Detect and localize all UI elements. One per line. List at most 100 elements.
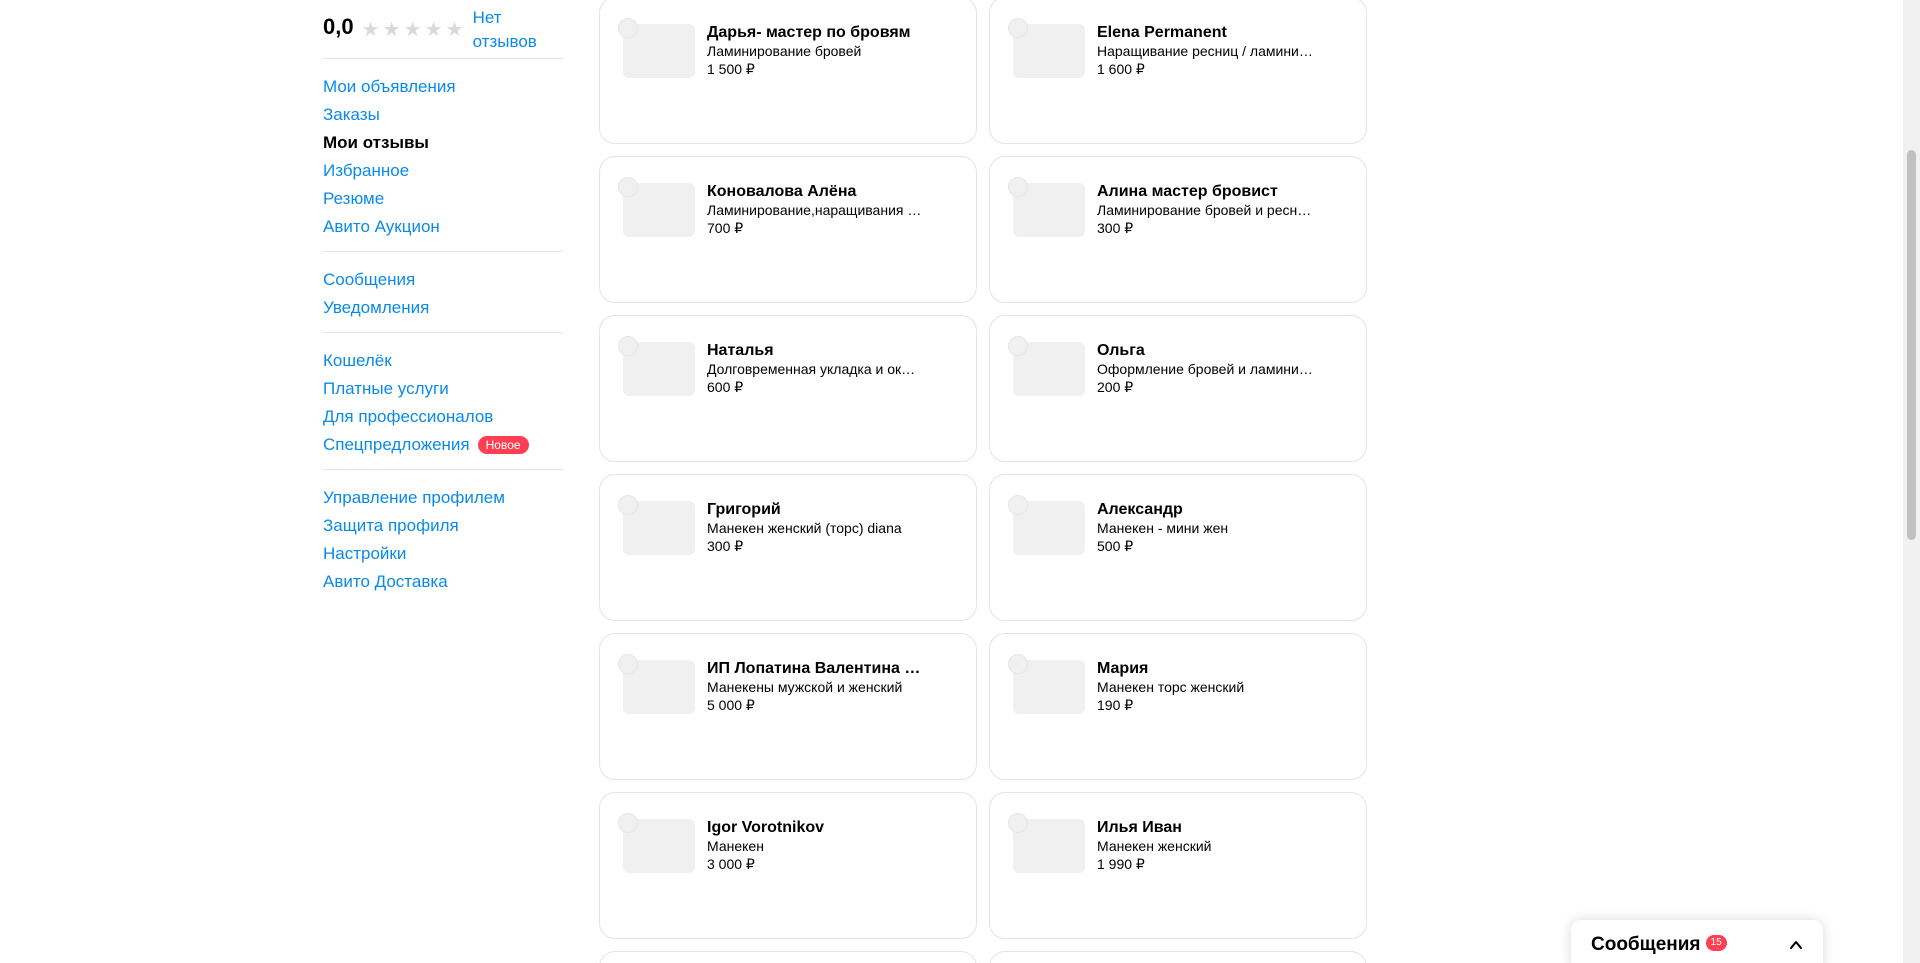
price: 300 ₽ bbox=[1097, 220, 1134, 236]
avatar bbox=[1008, 336, 1028, 356]
sidebar-item-settings[interactable]: Настройки bbox=[323, 540, 563, 568]
service-title: Манекены мужской и женский bbox=[707, 679, 903, 695]
profile-sidebar: 0,0 ★ ★ ★ ★ ★ Нет отзывов Мои объявления… bbox=[323, 0, 563, 606]
service-title: Ламинирование бровей и ресн… bbox=[1097, 202, 1312, 218]
listing-card[interactable]: Elena Permanent Наращивание ресниц / лам… bbox=[989, 0, 1367, 144]
listing-card[interactable]: Илья Иван Манекен женский 1 990 ₽ bbox=[989, 792, 1367, 939]
listing-card[interactable]: Алина мастер бровист Ламинирование брове… bbox=[989, 156, 1367, 303]
avatar bbox=[618, 495, 638, 515]
rating-value: 0,0 bbox=[323, 14, 354, 39]
avatar bbox=[618, 654, 638, 674]
sidebar-item-messages[interactable]: Сообщения bbox=[323, 266, 563, 294]
listing-info: Ольга Оформление бровей и ламини… 200 ₽ bbox=[1097, 341, 1317, 396]
price: 700 ₽ bbox=[707, 220, 744, 236]
price: 200 ₽ bbox=[1097, 379, 1134, 395]
listing-info: Мария Манекен торс женский 190 ₽ bbox=[1097, 659, 1317, 714]
seller-name: Дарья- мастер по бровям bbox=[707, 24, 911, 41]
listing-info: Александр Манекен - мини жен 500 ₽ bbox=[1097, 500, 1317, 555]
price: 5 000 ₽ bbox=[707, 697, 755, 713]
listing-card[interactable] bbox=[989, 951, 1367, 963]
price: 300 ₽ bbox=[707, 538, 744, 554]
avatar bbox=[618, 813, 638, 833]
price: 1 500 ₽ bbox=[707, 61, 755, 77]
sidebar-item-for-professionals[interactable]: Для профессионалов bbox=[323, 403, 563, 431]
page-scrollbar[interactable] bbox=[1903, 0, 1920, 963]
listing-info: Алина мастер бровист Ламинирование брове… bbox=[1097, 182, 1317, 237]
chevron-up-icon[interactable] bbox=[1789, 938, 1803, 952]
listing-card[interactable]: Григорий Манекен женский (торс) diana 30… bbox=[599, 474, 977, 621]
listing-card[interactable]: Александр Манекен - мини жен 500 ₽ bbox=[989, 474, 1367, 621]
sidebar-item-resume[interactable]: Резюме bbox=[323, 185, 563, 213]
avatar bbox=[1008, 654, 1028, 674]
sidebar-nav: Мои объявления Заказы Мои отзывы Избранн… bbox=[323, 58, 563, 606]
service-title: Ламинирование,наращивания … bbox=[707, 202, 922, 218]
service-title: Долговременная укладка и ок… bbox=[707, 361, 916, 377]
price: 1 990 ₽ bbox=[1097, 856, 1145, 872]
listing-card[interactable]: Мария Манекен торс женский 190 ₽ bbox=[989, 633, 1367, 780]
price: 3 000 ₽ bbox=[707, 856, 755, 872]
price: 190 ₽ bbox=[1097, 697, 1134, 713]
listing-card[interactable]: ИП Лопатина Валентина … Манекены мужской… bbox=[599, 633, 977, 780]
seller-name: Алина мастер бровист bbox=[1097, 183, 1278, 200]
listing-info: Илья Иван Манекен женский 1 990 ₽ bbox=[1097, 818, 1317, 873]
sidebar-item-favorites[interactable]: Избранное bbox=[323, 157, 563, 185]
sidebar-item-my-reviews[interactable]: Мои отзывы bbox=[323, 129, 563, 157]
sidebar-item-profile-management[interactable]: Управление профилем bbox=[323, 484, 563, 512]
star-icon: ★ bbox=[445, 17, 464, 41]
listing-info: ИП Лопатина Валентина … Манекены мужской… bbox=[707, 659, 927, 714]
listing-info: Elena Permanent Наращивание ресниц / лам… bbox=[1097, 23, 1317, 78]
seller-name: Elena Permanent bbox=[1097, 24, 1227, 41]
sidebar-item-my-ads[interactable]: Мои объявления bbox=[323, 73, 563, 101]
messages-widget[interactable]: Сообщения 15 bbox=[1571, 920, 1823, 963]
rating-stars: ★ ★ ★ ★ ★ bbox=[362, 17, 464, 41]
seller-name: Коновалова Алёна bbox=[707, 183, 857, 200]
nav-group-finance: Кошелёк Платные услуги Для профессионало… bbox=[323, 332, 563, 469]
service-title: Манекен bbox=[707, 838, 764, 854]
listing-card[interactable]: Ольга Оформление бровей и ламини… 200 ₽ bbox=[989, 315, 1367, 462]
service-title: Манекен торс женский bbox=[1097, 679, 1245, 695]
service-title: Наращивание ресниц / ламини… bbox=[1097, 43, 1313, 59]
unread-count-badge: 15 bbox=[1705, 935, 1727, 951]
seller-name: Igor Vorotnikov bbox=[707, 819, 825, 836]
price: 600 ₽ bbox=[707, 379, 744, 395]
listing-card[interactable]: Коновалова Алёна Ламинирование,наращиван… bbox=[599, 156, 977, 303]
sidebar-item-orders[interactable]: Заказы bbox=[323, 101, 563, 129]
sidebar-item-paid-services[interactable]: Платные услуги bbox=[323, 375, 563, 403]
seller-name: Илья Иван bbox=[1097, 819, 1182, 836]
price: 1 600 ₽ bbox=[1097, 61, 1145, 77]
listing-info: Коновалова Алёна Ламинирование,наращиван… bbox=[707, 182, 927, 237]
star-icon: ★ bbox=[403, 17, 422, 41]
listing-info: Igor Vorotnikov Манекен 3 000 ₽ bbox=[707, 818, 927, 873]
sidebar-item-wallet[interactable]: Кошелёк bbox=[323, 347, 563, 375]
listing-info: Наталья Долговременная укладка и ок… 600… bbox=[707, 341, 927, 396]
scrollbar-thumb[interactable] bbox=[1907, 150, 1916, 540]
messages-widget-title: Сообщения bbox=[1591, 934, 1701, 955]
no-reviews-link[interactable]: Нет отзывов bbox=[473, 6, 553, 54]
listing-info: Дарья- мастер по бровям Ламинирование бр… bbox=[707, 23, 927, 78]
service-title: Манекен женский (торс) diana bbox=[707, 520, 902, 536]
price: 500 ₽ bbox=[1097, 538, 1134, 554]
service-title: Манекен - мини жен bbox=[1097, 520, 1229, 536]
star-icon: ★ bbox=[424, 17, 443, 41]
listing-info: Григорий Манекен женский (торс) diana 30… bbox=[707, 500, 927, 555]
star-icon: ★ bbox=[382, 17, 401, 41]
nav-group-account: Мои объявления Заказы Мои отзывы Избранн… bbox=[323, 58, 563, 251]
listing-card[interactable]: Дарья- мастер по бровям Ламинирование бр… bbox=[599, 0, 977, 144]
sidebar-item-profile-protection[interactable]: Защита профиля bbox=[323, 512, 563, 540]
listing-card[interactable]: Наталья Долговременная укладка и ок… 600… bbox=[599, 315, 977, 462]
sidebar-item-special-offers[interactable]: Спецпредложения Новое bbox=[323, 431, 563, 459]
seller-name: ИП Лопатина Валентина … bbox=[707, 660, 921, 677]
sidebar-item-avito-delivery[interactable]: Авито Доставка bbox=[323, 568, 563, 596]
new-badge: Новое bbox=[477, 436, 529, 454]
listing-card[interactable] bbox=[599, 951, 977, 963]
seller-name: Александр bbox=[1097, 501, 1183, 518]
listing-card[interactable]: Igor Vorotnikov Манекен 3 000 ₽ bbox=[599, 792, 977, 939]
avatar bbox=[1008, 813, 1028, 833]
sidebar-item-notifications[interactable]: Уведомления bbox=[323, 294, 563, 322]
service-title: Манекен женский bbox=[1097, 838, 1212, 854]
listings-grid: Дарья- мастер по бровям Ламинирование бр… bbox=[599, 0, 1369, 963]
nav-group-settings: Управление профилем Защита профиля Настр… bbox=[323, 469, 563, 606]
sidebar-item-auction[interactable]: Авито Аукцион bbox=[323, 213, 563, 241]
avatar bbox=[1008, 18, 1028, 38]
seller-name: Мария bbox=[1097, 660, 1149, 677]
